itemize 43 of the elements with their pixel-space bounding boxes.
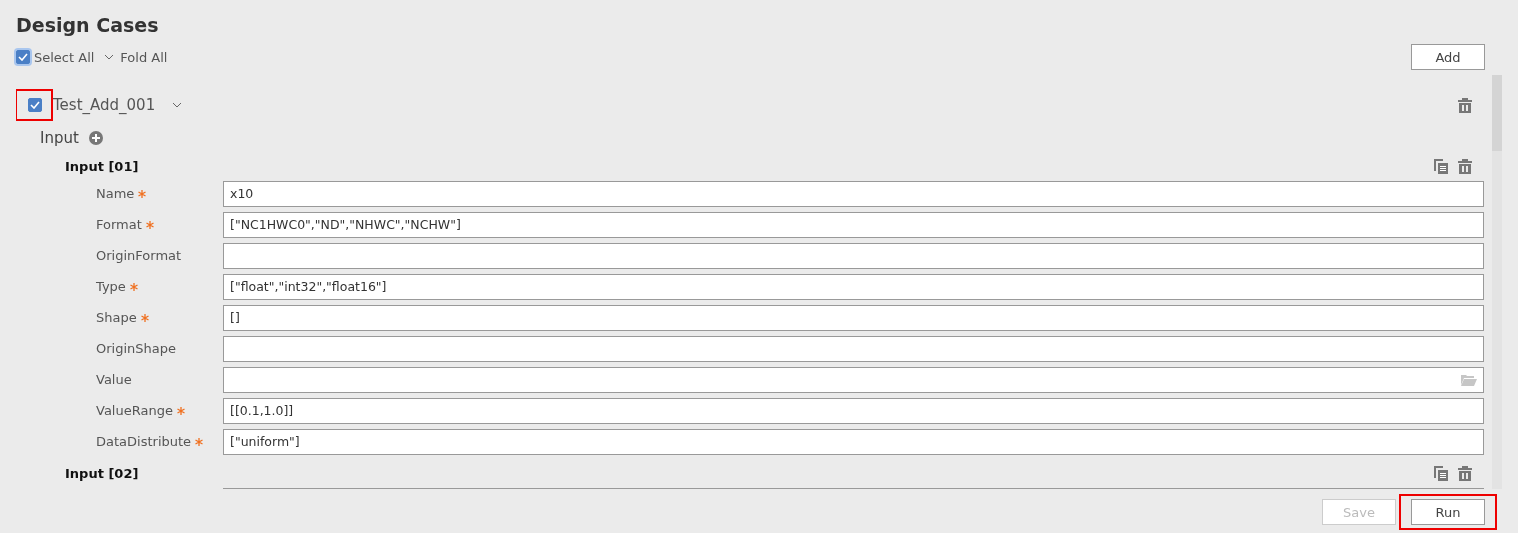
add-icon[interactable] xyxy=(88,131,103,145)
case-checkbox[interactable] xyxy=(28,98,42,112)
trash-icon[interactable] xyxy=(1458,158,1472,174)
field-label: Type xyxy=(96,279,126,294)
trash-icon[interactable] xyxy=(1458,465,1472,481)
input-field[interactable]: ["NC1HWC0","ND","NHWC","NCHW"] xyxy=(223,211,1484,238)
input-field[interactable]: [[0.1,1.0]] xyxy=(223,397,1484,424)
input-title: Input [02] xyxy=(65,465,139,481)
required-icon xyxy=(138,189,147,198)
select-all-checkbox[interactable] xyxy=(16,50,30,64)
chevron-down-icon xyxy=(104,54,115,60)
required-icon xyxy=(140,313,149,322)
input-field[interactable]: x10 xyxy=(223,180,1484,207)
page-title: Design Cases xyxy=(16,13,160,38)
select-all-label: Select All xyxy=(34,49,95,65)
field-label: Name xyxy=(96,186,135,201)
trash-icon[interactable] xyxy=(1458,97,1472,113)
input-field[interactable]: [] xyxy=(223,304,1484,331)
field-label: ValueRange xyxy=(96,403,173,418)
input-field[interactable] xyxy=(223,242,1484,269)
input-title: Input [01] xyxy=(65,158,139,174)
input-field[interactable]: ["uniform"] xyxy=(223,428,1484,455)
required-icon xyxy=(129,282,138,291)
add-button[interactable]: Add xyxy=(1411,44,1485,70)
input-field[interactable] xyxy=(223,335,1484,362)
field-label: Value xyxy=(96,372,132,387)
copy-icon[interactable] xyxy=(1434,158,1448,174)
chevron-down-icon xyxy=(172,102,183,108)
required-icon xyxy=(176,406,185,415)
required-icon xyxy=(195,437,204,446)
run-button[interactable]: Run xyxy=(1411,499,1485,525)
field-label: OriginFormat xyxy=(96,248,182,263)
field-label: Shape xyxy=(96,310,137,325)
fold-all-button[interactable]: Fold All xyxy=(104,49,168,65)
copy-icon[interactable] xyxy=(1434,465,1448,481)
field-label: OriginShape xyxy=(96,341,176,356)
required-icon xyxy=(145,220,154,229)
input-field[interactable] xyxy=(223,366,1484,393)
input-field[interactable]: ["float","int32","float16"] xyxy=(223,273,1484,300)
section-label: Input xyxy=(40,129,79,147)
field-label: DataDistribute xyxy=(96,434,192,449)
case-name: Test_Add_001 xyxy=(53,96,156,114)
field-label: Format xyxy=(96,217,142,232)
